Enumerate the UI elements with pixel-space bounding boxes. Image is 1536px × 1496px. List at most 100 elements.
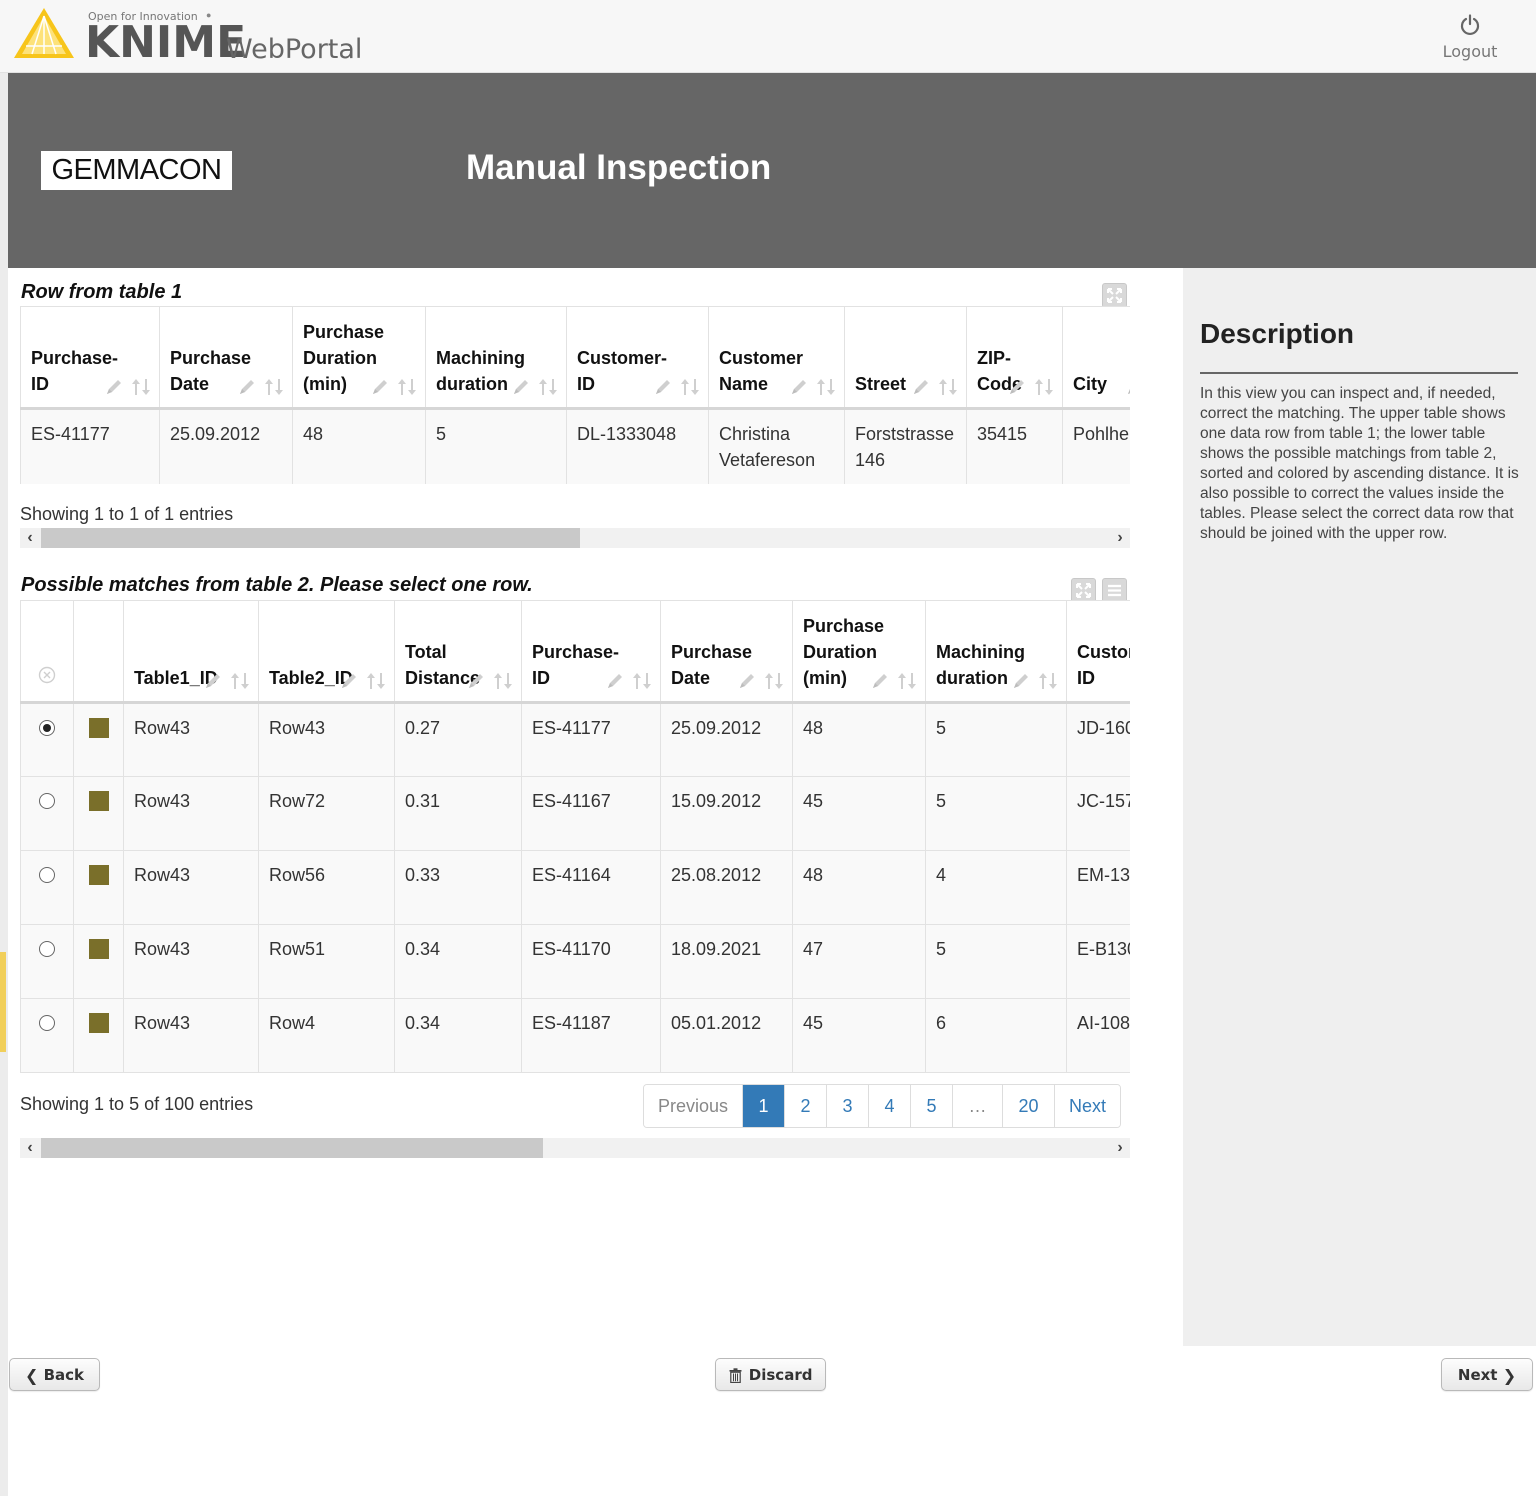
table-cell[interactable]: ES-41177 bbox=[20, 408, 160, 484]
table1-header-street[interactable]: Street bbox=[844, 306, 967, 410]
table-cell-customer-id[interactable]: EM-1300000 bbox=[1066, 850, 1130, 925]
table1-header-customer-id[interactable]: Customer-ID bbox=[566, 306, 709, 410]
edit-pencil-icon[interactable] bbox=[1126, 378, 1130, 396]
edit-pencil-icon[interactable] bbox=[238, 378, 256, 396]
row-select-cell[interactable] bbox=[20, 850, 74, 925]
table-row[interactable]: ES-41177 25.09.2012 48 5 DL-1333048 Christina… bbox=[20, 408, 1130, 484]
sort-icon[interactable] bbox=[632, 671, 652, 691]
table-cell-table2-id[interactable]: Row72 bbox=[258, 776, 395, 851]
edit-pencil-icon[interactable] bbox=[871, 672, 889, 690]
table-cell-duration[interactable]: 48 bbox=[792, 702, 926, 777]
edit-pencil-icon[interactable] bbox=[512, 378, 530, 396]
table-cell[interactable]: Forststrasse 146 bbox=[844, 408, 967, 484]
logout-button[interactable]: Logout bbox=[1432, 14, 1508, 64]
table-cell-table2-id[interactable]: Row56 bbox=[258, 850, 395, 925]
table1-header-customer-name[interactable]: Customer Name bbox=[708, 306, 845, 410]
table1-scrollbar[interactable]: ‹ › bbox=[20, 528, 1130, 548]
table-cell-duration[interactable]: 45 bbox=[792, 776, 926, 851]
table-cell-customer-id[interactable]: JD-1600000 bbox=[1066, 702, 1130, 777]
table1-header-purchase-id[interactable]: Purchase-ID bbox=[20, 306, 160, 410]
table-cell-duration[interactable]: 48 bbox=[792, 850, 926, 925]
table-cell[interactable]: 35415 bbox=[966, 408, 1063, 484]
row-select-radio[interactable] bbox=[39, 1015, 55, 1031]
table-cell-table1-id[interactable]: Row43 bbox=[123, 776, 259, 851]
table2-header-purchase-id[interactable]: Purchase-ID bbox=[521, 600, 661, 704]
scroll-right-icon[interactable]: › bbox=[1110, 1138, 1130, 1158]
scroll-left-icon[interactable]: ‹ bbox=[20, 1138, 40, 1158]
sort-icon[interactable] bbox=[264, 377, 284, 397]
table-cell-purchase-id[interactable]: ES-41187 bbox=[521, 998, 661, 1073]
table-cell[interactable]: 5 bbox=[425, 408, 567, 484]
table-cell[interactable]: Christina Vetafereson bbox=[708, 408, 845, 484]
table2-header-customer-id[interactable]: Customer-ID bbox=[1066, 600, 1130, 704]
table-cell-distance[interactable]: 0.33 bbox=[394, 850, 522, 925]
edit-pencil-icon[interactable] bbox=[912, 378, 930, 396]
table-cell-machining[interactable]: 5 bbox=[925, 776, 1067, 851]
edit-pencil-icon[interactable] bbox=[340, 672, 358, 690]
row-select-cell[interactable] bbox=[20, 702, 74, 777]
edit-pencil-icon[interactable] bbox=[371, 378, 389, 396]
table-cell[interactable]: 25.09.2012 bbox=[159, 408, 293, 484]
table-cell-duration[interactable]: 47 bbox=[792, 924, 926, 999]
next-button[interactable]: Next ❯ bbox=[1441, 1358, 1533, 1391]
edit-pencil-icon[interactable] bbox=[1008, 378, 1026, 396]
row-select-radio[interactable] bbox=[39, 867, 55, 883]
sort-icon[interactable] bbox=[230, 671, 250, 691]
scroll-left-icon[interactable]: ‹ bbox=[20, 528, 40, 548]
pagination-next[interactable]: Next bbox=[1054, 1085, 1121, 1127]
table-row[interactable]: Row43 Row51 0.34 ES-41170 18.09.2021 47 5 E-B13… bbox=[20, 924, 1130, 999]
pagination-page[interactable]: 4 bbox=[868, 1085, 911, 1127]
table2-header-table2-id[interactable]: Table2_ID bbox=[258, 600, 395, 704]
pagination-page[interactable]: 3 bbox=[826, 1085, 869, 1127]
discard-button[interactable]: Discard bbox=[715, 1358, 826, 1391]
table-cell-customer-id[interactable]: JC-1570000 bbox=[1066, 776, 1130, 851]
sort-icon[interactable] bbox=[816, 377, 836, 397]
sort-icon[interactable] bbox=[680, 377, 700, 397]
sort-icon[interactable] bbox=[1038, 671, 1058, 691]
table-cell-machining[interactable]: 6 bbox=[925, 998, 1067, 1073]
table-row[interactable]: Row43 Row56 0.33 ES-41164 25.08.2012 48 4 EM-13… bbox=[20, 850, 1130, 925]
sort-icon[interactable] bbox=[938, 377, 958, 397]
table-cell-machining[interactable]: 5 bbox=[925, 924, 1067, 999]
table-cell[interactable]: 48 bbox=[292, 408, 426, 484]
edit-pencil-icon[interactable] bbox=[467, 672, 485, 690]
row-select-radio[interactable] bbox=[39, 720, 55, 736]
sort-icon[interactable] bbox=[538, 377, 558, 397]
table-cell-table1-id[interactable]: Row43 bbox=[123, 850, 259, 925]
table-cell-table1-id[interactable]: Row43 bbox=[123, 998, 259, 1073]
table-cell-purchase-id[interactable]: ES-41164 bbox=[521, 850, 661, 925]
sort-icon[interactable] bbox=[397, 377, 417, 397]
row-select-radio[interactable] bbox=[39, 941, 55, 957]
table-cell-machining[interactable]: 5 bbox=[925, 702, 1067, 777]
back-button[interactable]: ❮ Back bbox=[9, 1358, 100, 1391]
edit-pencil-icon[interactable] bbox=[105, 378, 123, 396]
row-select-cell[interactable] bbox=[20, 998, 74, 1073]
sort-icon[interactable] bbox=[493, 671, 513, 691]
knime-logo[interactable]: Open for Innovation ● KNIME WebPortal bbox=[10, 4, 370, 68]
table1-fullscreen-button[interactable] bbox=[1102, 283, 1127, 308]
scroll-right-icon[interactable]: › bbox=[1110, 528, 1130, 548]
table1-scroll-thumb[interactable] bbox=[41, 528, 580, 548]
table-cell-purchase-date[interactable]: 05.01.2012 bbox=[660, 998, 793, 1073]
sort-icon[interactable] bbox=[897, 671, 917, 691]
pagination-page[interactable]: 5 bbox=[910, 1085, 953, 1127]
table1-header-city[interactable]: City bbox=[1062, 306, 1130, 410]
pagination-page[interactable]: 1 bbox=[742, 1085, 785, 1127]
table1-header-purchase-date[interactable]: Purchase Date bbox=[159, 306, 293, 410]
table-cell-table2-id[interactable]: Row51 bbox=[258, 924, 395, 999]
table-cell-distance[interactable]: 0.31 bbox=[394, 776, 522, 851]
table-cell[interactable]: DL-1333048 bbox=[566, 408, 709, 484]
table-cell-distance[interactable]: 0.34 bbox=[394, 998, 522, 1073]
table-cell-purchase-id[interactable]: ES-41177 bbox=[521, 702, 661, 777]
table1-header-machining-duration[interactable]: Machining duration bbox=[425, 306, 567, 410]
table2-scroll-thumb[interactable] bbox=[41, 1138, 543, 1158]
table-cell-distance[interactable]: 0.27 bbox=[394, 702, 522, 777]
table2-header-clear-selection[interactable] bbox=[20, 600, 74, 704]
table2-header-machining-duration[interactable]: Machining duration bbox=[925, 600, 1067, 704]
edit-pencil-icon[interactable] bbox=[606, 672, 624, 690]
table-cell-table1-id[interactable]: Row43 bbox=[123, 702, 259, 777]
table-cell-table2-id[interactable]: Row4 bbox=[258, 998, 395, 1073]
table-row[interactable]: Row43 Row4 0.34 ES-41187 05.01.2012 45 6 AI-108… bbox=[20, 998, 1130, 1073]
clear-selection-icon[interactable] bbox=[38, 666, 56, 684]
table1-header-zip-code[interactable]: ZIP-Code bbox=[966, 306, 1063, 410]
